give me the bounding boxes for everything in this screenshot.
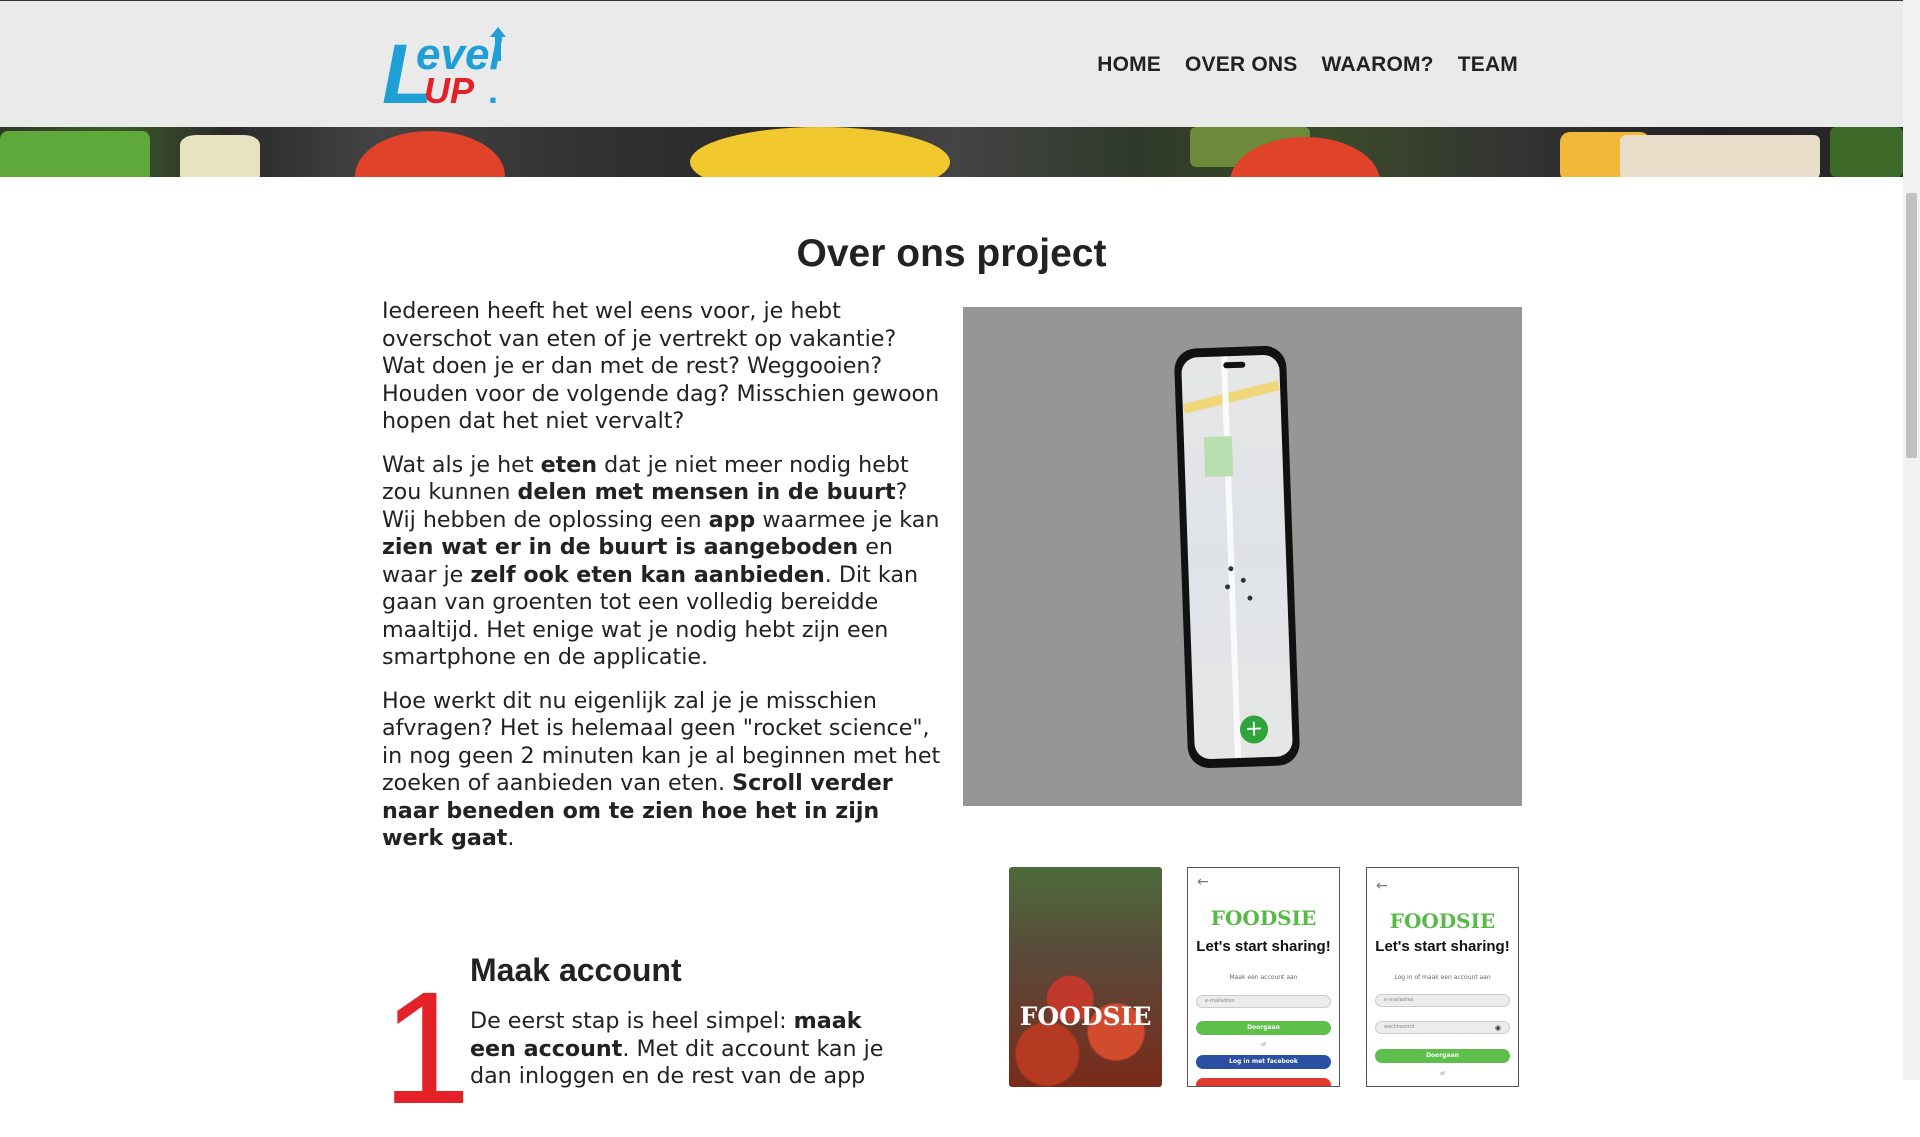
signup-screen-image: ← FOODSIE Let's start sharing! Maak een … [1187, 867, 1340, 1087]
google-login-button [1196, 1078, 1331, 1086]
foodsie-logo: FOODSIE [1210, 906, 1317, 930]
login-title: Let's start sharing! [1375, 938, 1510, 955]
login-subtitle: Log in of maak een account aan [1394, 974, 1491, 981]
levelup-logo-graphic: L evel UP . [382, 27, 506, 121]
add-icon: + [1239, 715, 1269, 744]
nav-team[interactable]: TEAM [1458, 53, 1518, 77]
eye-icon: ◉ [1494, 1024, 1501, 1032]
intro-paragraph-1: Iedereen heeft het wel eens voor, je heb… [382, 298, 940, 434]
back-arrow-icon: ← [1376, 878, 1388, 894]
svg-text:UP: UP [424, 70, 475, 109]
email-field: e-mailadres [1375, 994, 1510, 1007]
nav-over-ons[interactable]: OVER ONS [1185, 53, 1297, 77]
foodsie-logo: FOODSIE [1389, 909, 1496, 933]
signup-title: Let's start sharing! [1196, 938, 1331, 955]
back-arrow-icon: ← [1197, 874, 1209, 890]
password-field: wachtwoord ◉ [1375, 1021, 1510, 1034]
page-scrollbar[interactable] [1903, 0, 1920, 1080]
or-separator: of [1261, 1042, 1266, 1048]
step-title: Maak account [470, 952, 682, 988]
signup-subtitle: Maak een account aan [1229, 974, 1298, 981]
scrollbar-thumb[interactable] [1906, 193, 1917, 458]
or-separator: of [1440, 1071, 1445, 1077]
site-header: L evel UP . HOME OVER ONS WAAROM? TEAM [0, 1, 1903, 127]
intro-text: Iedereen heeft het wel eens voor, je heb… [382, 298, 942, 869]
nav-home[interactable]: HOME [1097, 53, 1161, 77]
continue-button: Doorgaan [1375, 1049, 1510, 1063]
intro-paragraph-2: Wat als je het eten dat je niet meer nod… [382, 451, 940, 671]
main-nav: HOME OVER ONS WAAROM? TEAM [1097, 53, 1518, 77]
foodsie-splash-logo: FOODSIE [1019, 1002, 1152, 1031]
levelup-logo[interactable]: L evel UP . [382, 21, 514, 121]
step-description: De eerst stap is heel simpel: maak een a… [470, 1008, 884, 1089]
svg-text:.: . [488, 70, 498, 109]
login-screen-image: ← FOODSIE Let's start sharing! Log in of… [1366, 867, 1519, 1087]
facebook-login-button: Log in met facebook [1196, 1055, 1331, 1069]
page-title: Over ons project [796, 232, 1107, 275]
splash-screen-image: FOODSIE [1009, 867, 1162, 1087]
map-screen: + [1181, 354, 1293, 760]
phone-mockup: + [1173, 345, 1301, 769]
app-preview-image: + [963, 307, 1522, 806]
intro-paragraph-3: Hoe werkt dit nu eigenlijk zal je je mis… [382, 687, 941, 852]
continue-button: Doorgaan [1196, 1021, 1331, 1035]
email-field: e-mailadres [1196, 995, 1331, 1008]
nav-waarom[interactable]: WAAROM? [1321, 53, 1433, 77]
step-number: 1 [382, 958, 471, 1137]
food-banner-image [0, 127, 1903, 177]
